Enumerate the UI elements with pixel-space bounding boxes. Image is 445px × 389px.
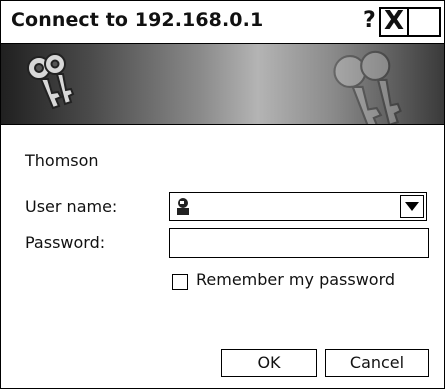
window-control-button[interactable] <box>407 7 441 37</box>
password-label: Password: <box>25 233 106 252</box>
password-field[interactable] <box>169 228 429 258</box>
help-button[interactable]: ? <box>363 6 376 36</box>
keys-icon <box>27 53 75 110</box>
connect-dialog: Connect to 192.168.0.1 ? X Thomson User … <box>0 0 445 389</box>
keys-watermark-icon <box>333 50 402 124</box>
realm-label: Thomson <box>25 151 99 170</box>
username-dropdown-button[interactable] <box>400 195 424 218</box>
close-icon: X <box>384 6 405 36</box>
username-combobox[interactable] <box>169 192 427 221</box>
banner <box>1 44 444 125</box>
user-icon <box>177 198 189 215</box>
remember-password-label[interactable]: Remember my password <box>196 270 395 289</box>
close-button[interactable]: X <box>379 6 409 37</box>
chevron-down-icon <box>405 202 419 211</box>
window-title: Connect to 192.168.0.1 <box>11 9 264 31</box>
ok-button[interactable]: OK <box>221 349 317 377</box>
username-label: User name: <box>25 197 118 216</box>
cancel-button[interactable]: Cancel <box>325 349 429 377</box>
title-bar: Connect to 192.168.0.1 ? X <box>1 1 444 44</box>
remember-password-checkbox[interactable] <box>172 274 188 290</box>
